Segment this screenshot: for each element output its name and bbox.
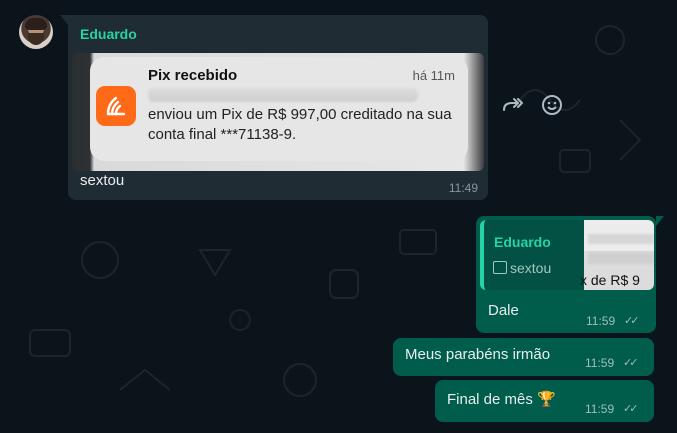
notification-title: Pix recebido (148, 67, 238, 84)
message-time: 11:59 (585, 356, 615, 370)
quoted-thumb-text: x de R$ 9 (580, 272, 640, 288)
double-check-icon: ✓✓ (623, 357, 639, 369)
quoted-message[interactable]: x de R$ 9 Eduardo sextou (480, 220, 654, 290)
quoted-image-thumbnail: x de R$ 9 (580, 220, 654, 290)
bank-app-icon (96, 86, 136, 126)
double-check-icon: ✓✓ (623, 403, 639, 415)
outgoing-message[interactable]: Meus parabéns irmão 11:59 ✓✓ (393, 338, 654, 376)
avatar[interactable] (19, 15, 53, 49)
image-icon (493, 261, 507, 274)
double-check-icon: ✓✓ (624, 315, 640, 327)
notification-time: há 11m (412, 68, 455, 83)
forward-icon[interactable] (500, 94, 524, 118)
message-text: Dale (488, 302, 519, 319)
message-time: 11:59 (586, 314, 616, 328)
emoji-icon[interactable] (540, 94, 564, 118)
message-caption: sextou (80, 172, 125, 189)
image-attachment[interactable]: Pix recebido há 11m enviou um Pix de R$ … (72, 53, 484, 171)
outgoing-message-reply[interactable]: x de R$ 9 Eduardo sextou Dale 11:59 ✓✓ (476, 216, 664, 333)
sender-name[interactable]: Eduardo (80, 26, 137, 42)
notification-body: enviou um Pix de R$ 997,00 creditado na … (148, 106, 452, 143)
quoted-text: sextou (510, 260, 552, 276)
pix-notification: Pix recebido há 11m enviou um Pix de R$ … (90, 57, 468, 161)
redacted-text (148, 88, 418, 102)
outgoing-message[interactable]: Final de mês 🏆 11:59 ✓✓ (435, 380, 654, 422)
incoming-message[interactable]: Eduardo Pix recebido há 11m enviou um Pi… (60, 15, 488, 200)
message-text: Final de mês 🏆 (447, 391, 556, 408)
message-time: 11:49 (448, 181, 478, 195)
message-text: Meus parabéns irmão (405, 346, 551, 363)
quoted-sender: Eduardo (494, 234, 551, 250)
message-time: 11:59 (585, 402, 615, 416)
